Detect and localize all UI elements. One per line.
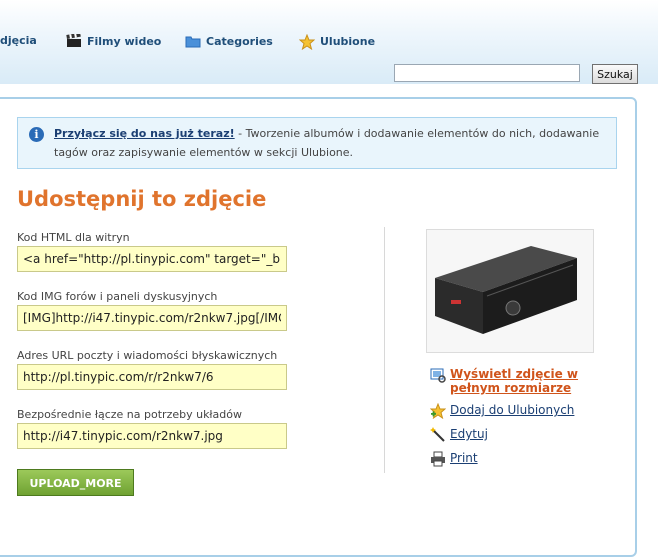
search-button[interactable]: Szukaj	[592, 64, 638, 84]
join-link[interactable]: Przyłącz się do nas już teraz!	[54, 127, 235, 140]
star-icon	[298, 33, 316, 51]
add-favorite-icon	[429, 402, 447, 420]
info-icon: i	[29, 127, 44, 142]
add-favorite-action[interactable]: Dodaj do Ulubionych	[429, 402, 574, 420]
img-code-label: Kod IMG forów i paneli dyskusyjnych	[17, 290, 218, 303]
nav-item-label: Ulubione	[320, 34, 376, 48]
column-divider	[384, 227, 385, 473]
film-clapper-icon	[66, 32, 82, 48]
edit-link[interactable]: Edytuj	[450, 427, 488, 441]
upload-more-button[interactable]: UPLOAD_MORE	[17, 469, 134, 496]
image-thumbnail[interactable]	[426, 229, 594, 353]
add-favorite-link[interactable]: Dodaj do Ulubionych	[450, 403, 574, 417]
printer-icon	[430, 451, 446, 467]
url-field[interactable]	[17, 364, 287, 390]
hard-drive-image	[427, 230, 593, 352]
magic-wand-icon	[430, 427, 446, 443]
nav-item-videos[interactable]: Filmy wideo	[66, 32, 162, 48]
direct-link-label: Bezpośrednie łącze na potrzeby układów	[17, 408, 243, 421]
html-code-field[interactable]	[17, 246, 287, 272]
search-input[interactable]	[394, 64, 580, 82]
nav-item-photos[interactable]: djęcia	[0, 34, 37, 47]
view-full-size-action[interactable]: Wyświetl zdjęcie w pełnym rozmiarze	[430, 367, 590, 395]
print-action[interactable]: Print	[430, 451, 478, 467]
nav-item-label: djęcia	[0, 34, 37, 47]
nav-item-label: Categories	[206, 34, 273, 48]
join-notice: i Przyłącz się do nas już teraz! - Tworz…	[17, 117, 617, 169]
edit-action[interactable]: Edytuj	[430, 427, 488, 443]
view-image-icon	[430, 367, 446, 383]
html-code-label: Kod HTML dla witryn	[17, 231, 130, 244]
img-code-field[interactable]	[17, 305, 287, 331]
direct-link-field[interactable]	[17, 423, 287, 449]
nav-item-label: Filmy wideo	[87, 34, 162, 48]
page-title: Udostępnij to zdjęcie	[17, 187, 267, 211]
print-link[interactable]: Print	[450, 451, 478, 465]
nav-item-categories[interactable]: Categories	[185, 34, 273, 48]
view-full-size-link[interactable]: Wyświetl zdjęcie w pełnym rozmiarze	[450, 367, 590, 395]
url-label: Adres URL poczty i wiadomości błyskawicz…	[17, 349, 278, 362]
nav-item-favorites[interactable]: Ulubione	[298, 33, 376, 51]
folder-icon	[185, 34, 201, 48]
